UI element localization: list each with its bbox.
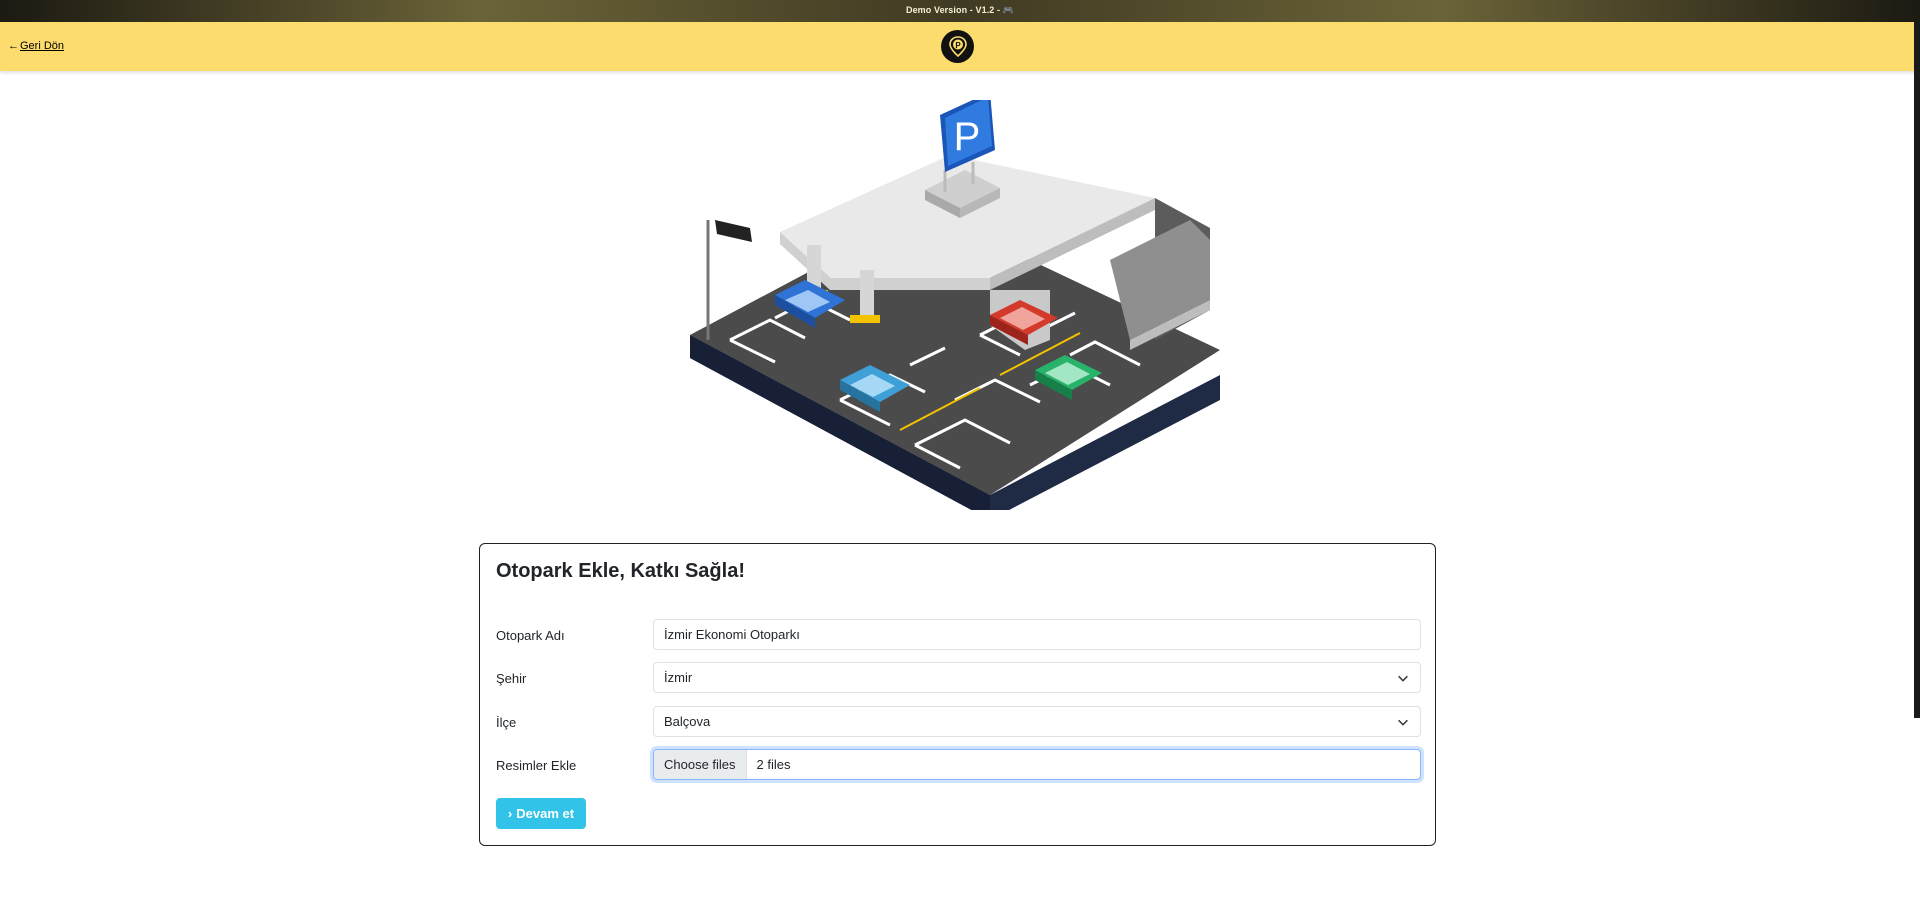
svg-text:P: P bbox=[954, 115, 981, 159]
city-label: Şehir bbox=[496, 671, 527, 686]
header-bar: ←Geri Dön P bbox=[0, 22, 1920, 71]
form-title: Otopark Ekle, Katkı Sağla! bbox=[496, 560, 745, 582]
images-label: Resimler Ekle bbox=[496, 758, 577, 773]
file-status: 2 files bbox=[756, 757, 791, 772]
district-value: Balçova bbox=[664, 714, 711, 729]
continue-label: Devam et bbox=[516, 806, 575, 821]
images-file-input[interactable]: Choose files 2 files bbox=[653, 749, 1421, 780]
district-select[interactable]: Balçova bbox=[653, 706, 1421, 737]
city-value: İzmir bbox=[664, 670, 693, 685]
parking-logo-icon[interactable]: P bbox=[941, 30, 974, 63]
chevron-down-icon bbox=[1398, 675, 1408, 682]
parking-name-input[interactable]: İzmir Ekonomi Otoparkı bbox=[653, 619, 1421, 650]
chevron-right-icon: › bbox=[507, 806, 513, 821]
parking-name-label: Otopark Adı bbox=[496, 628, 565, 643]
chevron-down-icon bbox=[1398, 719, 1408, 726]
back-label: Geri Dön bbox=[20, 40, 65, 52]
district-label: İlçe bbox=[496, 715, 517, 730]
add-parking-form: Otopark Ekle, Katkı Sağla! Otopark Adı İ… bbox=[479, 543, 1436, 846]
arrow-left-icon: ← bbox=[8, 40, 19, 52]
back-link[interactable]: ←Geri Dön bbox=[8, 40, 64, 52]
choose-files-button[interactable]: Choose files bbox=[654, 750, 747, 779]
version-text: Demo Version - V1.2 - 🎮 bbox=[905, 5, 1015, 15]
parking-name-value: İzmir Ekonomi Otoparkı bbox=[664, 627, 800, 642]
continue-button[interactable]: › Devam et bbox=[496, 798, 586, 829]
city-select[interactable]: İzmir bbox=[653, 662, 1421, 693]
svg-text:P: P bbox=[955, 41, 961, 50]
demo-version-bar: Demo Version - V1.2 - 🎮 bbox=[0, 0, 1920, 22]
parking-lot-illustration: P bbox=[690, 100, 1220, 510]
scrollbar[interactable] bbox=[1914, 22, 1920, 718]
